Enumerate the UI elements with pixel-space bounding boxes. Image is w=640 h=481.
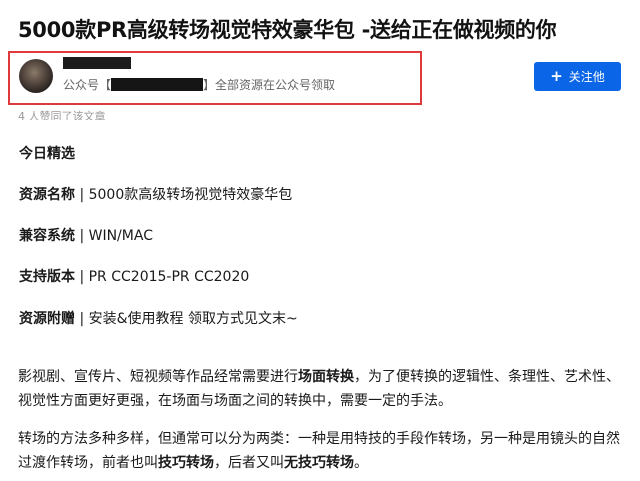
author-desc-prefix: 公众号【 bbox=[63, 78, 112, 92]
follow-label: 关注他 bbox=[568, 70, 605, 84]
version-label: 支持版本 bbox=[19, 269, 75, 285]
extra-value: | 安装&使用教程 领取方式见文末~ bbox=[75, 311, 298, 327]
extra-line: 资源附赠 | 安装&使用教程 领取方式见文末~ bbox=[19, 308, 298, 328]
plus-icon: + bbox=[550, 67, 563, 85]
follow-button[interactable]: + 关注他 bbox=[534, 62, 621, 91]
intro-text-a: 影视剧、宣传片、短视频等作品经常需要进行 bbox=[18, 369, 298, 385]
methods-paragraph: 转场的方法多种多样，但通常可以分为两类：一种是用特技的手段作转场，另一种是用镜头… bbox=[18, 427, 630, 475]
intro-paragraph: 影视剧、宣传片、短视频等作品经常需要进行场面转换，为了便转换的逻辑性、条理性、艺… bbox=[18, 365, 630, 413]
today-label: 今日精选 bbox=[19, 146, 75, 162]
redacted-account-name bbox=[111, 78, 204, 91]
intro-line-2: 视觉性方面更好更强，在场面与场面之间的转换中，需要一定的手法。 bbox=[18, 393, 452, 409]
author-avatar[interactable] bbox=[19, 59, 53, 93]
methods-text-b: ，后者又叫 bbox=[214, 455, 284, 471]
methods-bold-1: 技巧转场 bbox=[158, 455, 214, 471]
compat-line: 兼容系统 | WIN/MAC bbox=[19, 225, 153, 245]
resource-name-label: 资源名称 bbox=[19, 187, 75, 203]
version-line: 支持版本 | PR CC2015-PR CC2020 bbox=[19, 266, 249, 286]
methods-line-2: 过渡作转场，前者也叫技巧转场，后者又叫无技巧转场。 bbox=[18, 451, 630, 475]
author-description: 公众号【 】全部资源在公众号领取 bbox=[63, 76, 335, 93]
author-name-redacted[interactable] bbox=[63, 57, 131, 69]
methods-text-c: 。 bbox=[354, 455, 368, 471]
section-today: 今日精选 bbox=[19, 143, 75, 163]
likes-count: 4 人赞同了该文章 bbox=[18, 110, 106, 120]
resource-name-value: | 5000款高级转场视觉特效豪华包 bbox=[75, 187, 293, 203]
methods-line-1: 转场的方法多种多样，但通常可以分为两类：一种是用特技的手段作转场，另一种是用镜头… bbox=[18, 431, 620, 447]
article-title: 5000款PR高级转场视觉特效豪华包 -送给正在做视频的你 bbox=[18, 18, 557, 42]
author-desc-suffix: 】全部资源在公众号领取 bbox=[203, 78, 336, 92]
compat-value: | WIN/MAC bbox=[75, 228, 153, 244]
intro-line-1: 影视剧、宣传片、短视频等作品经常需要进行场面转换，为了便转换的逻辑性、条理性、艺… bbox=[18, 365, 630, 389]
compat-label: 兼容系统 bbox=[19, 228, 75, 244]
version-value: | PR CC2015-PR CC2020 bbox=[75, 269, 250, 285]
methods-bold-2: 无技巧转场 bbox=[284, 455, 354, 471]
extra-label: 资源附赠 bbox=[19, 311, 75, 327]
intro-bold: 场面转换 bbox=[298, 369, 354, 385]
methods-text-a: 过渡作转场，前者也叫 bbox=[18, 455, 158, 471]
intro-text-b: ，为了便转换的逻辑性、条理性、艺术性、 bbox=[354, 369, 620, 385]
resource-name-line: 资源名称 | 5000款高级转场视觉特效豪华包 bbox=[19, 184, 292, 204]
